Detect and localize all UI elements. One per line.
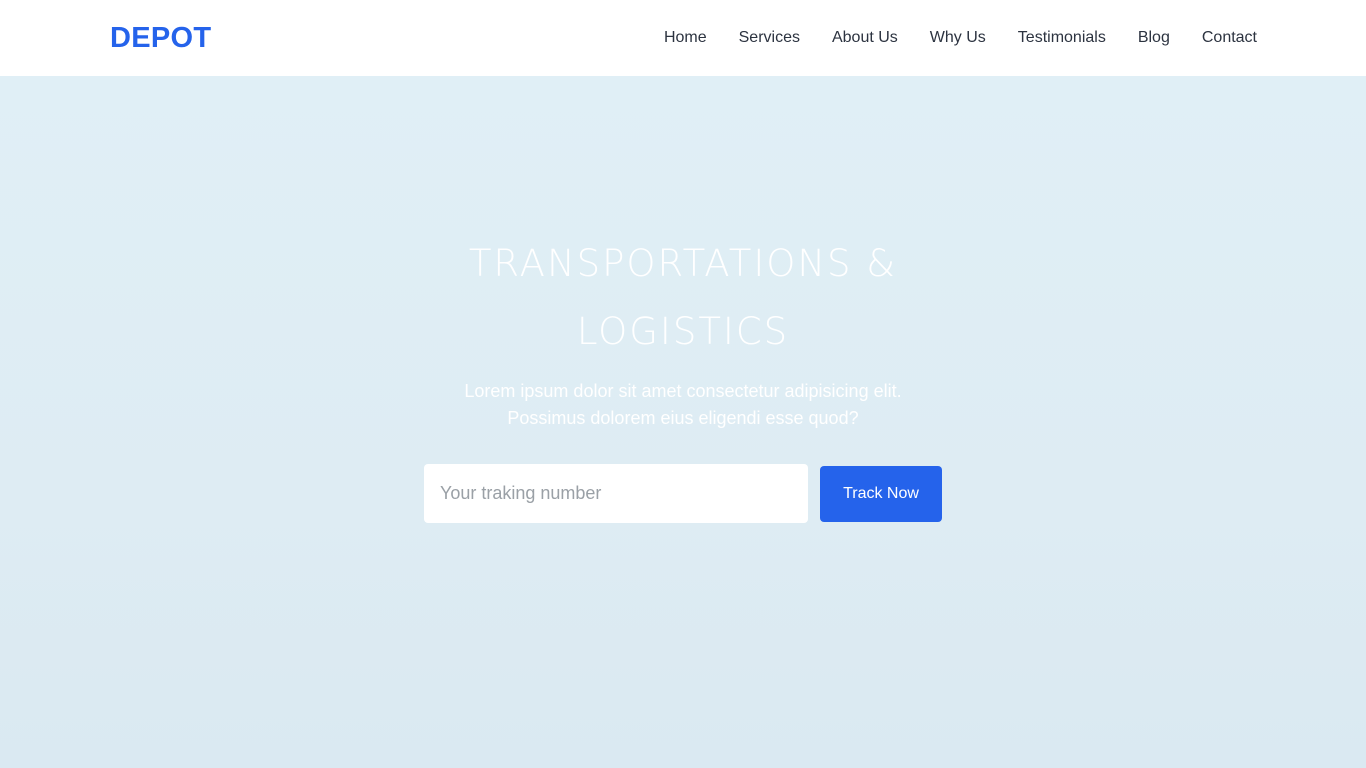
nav-link-testimonials[interactable]: Testimonials — [1018, 29, 1106, 46]
nav-link-about-us[interactable]: About Us — [832, 29, 898, 46]
nav-item-home: Home — [664, 29, 707, 47]
nav-item-services: Services — [739, 29, 800, 47]
tracking-form: Track Now — [424, 464, 942, 523]
nav-item-about-us: About Us — [832, 29, 898, 47]
nav-link-contact[interactable]: Contact — [1202, 29, 1257, 46]
nav-item-contact: Contact — [1202, 29, 1257, 47]
nav-link-services[interactable]: Services — [739, 29, 800, 46]
nav-link-why-us[interactable]: Why Us — [930, 29, 986, 46]
brand-logo[interactable]: DEPOT — [110, 23, 211, 53]
nav-item-testimonials: Testimonials — [1018, 29, 1106, 47]
hero-content: TRANSPORTATIONS & LOGISTICS Lorem ipsum … — [0, 230, 1366, 523]
tracking-number-input[interactable] — [424, 464, 808, 523]
nav-item-why-us: Why Us — [930, 29, 986, 47]
track-now-button[interactable]: Track Now — [820, 465, 942, 522]
hero-title: TRANSPORTATIONS & LOGISTICS — [468, 242, 898, 353]
hero-section: TRANSPORTATIONS & LOGISTICS Lorem ipsum … — [0, 76, 1366, 768]
navbar: DEPOT Home Services About Us Why Us Test… — [0, 0, 1366, 76]
nav-menu: Home Services About Us Why Us Testimonia… — [664, 29, 1257, 47]
hero-subtitle: Lorem ipsum dolor sit amet consectetur a… — [464, 381, 902, 428]
nav-link-blog[interactable]: Blog — [1138, 29, 1170, 46]
nav-item-blog: Blog — [1138, 29, 1170, 47]
nav-link-home[interactable]: Home — [664, 29, 707, 46]
